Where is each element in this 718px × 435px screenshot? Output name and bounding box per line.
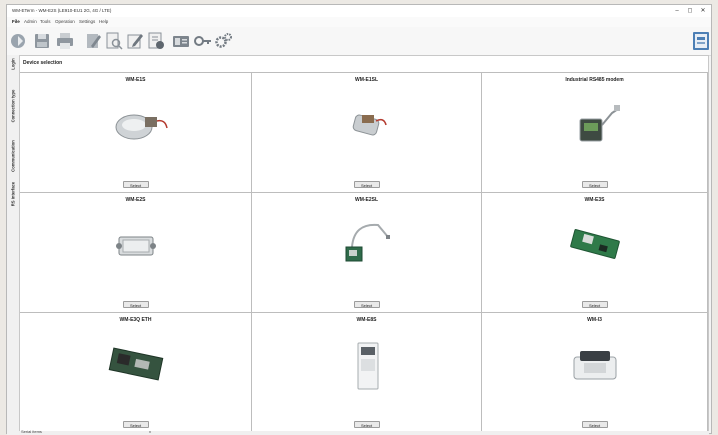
tab-login[interactable]: Login <box>8 57 18 71</box>
save-icon[interactable] <box>32 31 52 51</box>
tab-connection-type[interactable]: Connection type <box>8 85 18 127</box>
menu-tools[interactable]: Tools <box>40 19 51 24</box>
window-title: WM-ETerm - WM-E2S (LE910-EU1 2G, 4G / LT… <box>12 8 112 13</box>
device-image <box>560 215 630 275</box>
edit-icon[interactable] <box>125 31 145 51</box>
device-name: WM-E3Q ETH <box>119 317 152 323</box>
menu-operation[interactable]: Operation <box>55 19 75 24</box>
title-bar: WM-ETerm - WM-E2S (LE910-EU1 2G, 4G / LT… <box>7 5 711 17</box>
device-image <box>332 215 402 275</box>
select-button[interactable]: Select <box>353 181 380 188</box>
status-close-icon[interactable]: x <box>149 429 151 434</box>
device-name: WM-E2S <box>125 197 146 203</box>
device-card-industrial-rs485-modem: Industrial RS485 modem Select <box>482 73 708 193</box>
report-icon[interactable] <box>146 31 166 51</box>
menu-help[interactable]: Help <box>99 19 108 24</box>
device-image <box>332 95 402 155</box>
minimize-button[interactable]: – <box>671 6 683 16</box>
device-card-wm-e2s: WM-E2S Select <box>20 193 252 313</box>
select-button[interactable]: Select <box>581 421 608 428</box>
select-button[interactable]: Select <box>122 301 149 308</box>
device-name: Industrial RS485 modem <box>565 77 624 83</box>
tab-communication[interactable]: Communication <box>8 137 18 175</box>
menu-settings[interactable]: Settings <box>79 19 95 24</box>
device-image <box>101 95 171 155</box>
status-bar: Serial items x <box>19 429 709 435</box>
preview-icon[interactable] <box>104 31 124 51</box>
settings-icon[interactable] <box>214 31 234 51</box>
device-image <box>560 335 630 395</box>
device-name: WM-E8S <box>356 317 377 323</box>
device-card-wm-i3: WM-I3 Select <box>482 313 708 433</box>
select-button[interactable]: Select <box>353 421 380 428</box>
select-button[interactable]: Select <box>581 301 608 308</box>
device-name: WM-I3 <box>587 317 602 323</box>
select-button[interactable]: Select <box>581 181 608 188</box>
device-selection-panel: Device selection WM-E1S Select WM-E1SL S… <box>19 55 709 433</box>
device-card-wm-e3q-eth: WM-E3Q ETH Select <box>20 313 252 433</box>
key-icon[interactable] <box>193 31 213 51</box>
device-name: WM-E1SL <box>354 77 379 83</box>
menu-admin[interactable]: Admin <box>24 19 37 24</box>
device-card-wm-e2sl: WM-E2SL Select <box>252 193 482 313</box>
device-card-wm-e3s: WM-E3S Select <box>482 193 708 313</box>
menu-file[interactable]: File <box>12 19 20 24</box>
device-card-wm-e1sl: WM-E1SL Select <box>252 73 482 193</box>
connect-icon[interactable] <box>9 31 29 51</box>
device-grid: WM-E1S Select WM-E1SL Select Industrial … <box>20 72 708 433</box>
device-name: WM-E3S <box>584 197 605 203</box>
tab-rs-interface[interactable]: RS interface <box>8 179 18 209</box>
edit-doc-icon[interactable] <box>83 31 103 51</box>
print-icon[interactable] <box>55 31 75 51</box>
device-image <box>560 95 630 155</box>
device-name: WM-E2SL <box>354 197 379 203</box>
device-name: WM-E1S <box>125 77 146 83</box>
device-card-wm-e8s: WM-E8S Select <box>252 313 482 433</box>
select-button[interactable]: Select <box>122 421 149 428</box>
close-button[interactable]: ✕ <box>697 6 709 16</box>
device-image <box>101 215 171 275</box>
menu-bar: File Admin Tools Operation Settings Help <box>7 17 711 27</box>
toolbar <box>7 27 711 56</box>
device-image <box>332 335 402 395</box>
device-card-wm-e1s: WM-E1S Select <box>20 73 252 193</box>
id-card-icon[interactable] <box>171 31 191 51</box>
maximize-button[interactable]: ◻ <box>684 6 696 16</box>
section-title: Device selection <box>23 60 63 66</box>
status-text: Serial items <box>21 429 42 434</box>
device-icon[interactable] <box>691 31 711 51</box>
app-window: WM-ETerm - WM-E2S (LE910-EU1 2G, 4G / LT… <box>6 4 712 435</box>
select-button[interactable]: Select <box>353 301 380 308</box>
select-button[interactable]: Select <box>122 181 149 188</box>
device-image <box>101 335 171 395</box>
